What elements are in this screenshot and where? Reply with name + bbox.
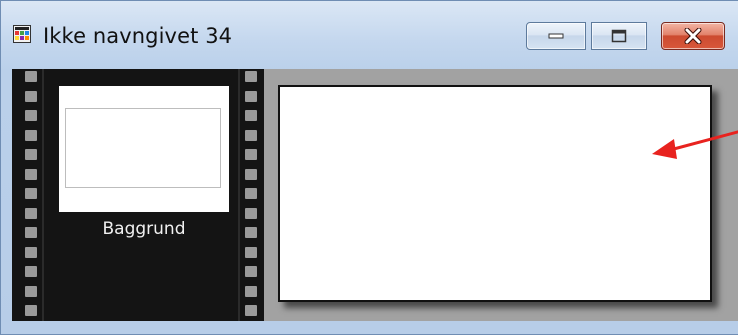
layer-name-label: Baggrund bbox=[102, 219, 186, 239]
canvas-area bbox=[264, 69, 738, 321]
film-divider bbox=[42, 69, 44, 321]
film-sprocket-hole bbox=[25, 247, 37, 258]
window-client-area: Baggrund bbox=[12, 69, 738, 321]
film-sprocket-hole bbox=[25, 266, 37, 277]
maximize-button[interactable] bbox=[591, 22, 647, 50]
film-sprocket-hole bbox=[245, 208, 257, 219]
film-sprocket-hole bbox=[245, 149, 257, 160]
film-sprocket-hole bbox=[245, 266, 257, 277]
film-sprocket-hole bbox=[25, 71, 37, 82]
film-sprockets-left bbox=[25, 69, 39, 321]
film-sprocket-hole bbox=[245, 286, 257, 297]
film-sprocket-hole bbox=[245, 188, 257, 199]
film-sprocket-hole bbox=[25, 188, 37, 199]
photo-app-icon[interactable] bbox=[13, 25, 31, 43]
window-title: Ikke navngivet 34 bbox=[43, 24, 233, 48]
film-sprocket-hole bbox=[25, 149, 37, 160]
film-sprocket-hole bbox=[25, 110, 37, 121]
close-icon bbox=[684, 28, 702, 44]
film-sprocket-hole bbox=[25, 286, 37, 297]
film-sprocket-hole bbox=[245, 71, 257, 82]
minimize-button[interactable] bbox=[526, 22, 586, 50]
minimize-icon bbox=[548, 33, 564, 39]
title-bar[interactable]: Ikke navngivet 34 bbox=[1, 1, 738, 63]
film-sprocket-hole bbox=[25, 227, 37, 238]
thumbnail-preview bbox=[65, 108, 221, 188]
film-sprocket-hole bbox=[245, 110, 257, 121]
film-sprocket-hole bbox=[245, 247, 257, 258]
layers-panel: Baggrund bbox=[12, 69, 264, 321]
film-sprocket-hole bbox=[245, 130, 257, 141]
film-sprocket-hole bbox=[25, 91, 37, 102]
film-sprocket-hole bbox=[25, 169, 37, 180]
image-canvas[interactable] bbox=[278, 85, 712, 302]
close-button[interactable] bbox=[661, 22, 725, 50]
layer-thumbnail[interactable] bbox=[59, 86, 229, 212]
film-sprocket-hole bbox=[245, 305, 257, 316]
film-sprockets-right bbox=[245, 69, 259, 321]
film-sprocket-hole bbox=[25, 130, 37, 141]
film-sprocket-hole bbox=[25, 208, 37, 219]
film-sprocket-hole bbox=[245, 169, 257, 180]
maximize-icon bbox=[611, 29, 627, 43]
film-sprocket-hole bbox=[25, 305, 37, 316]
film-divider bbox=[238, 69, 240, 321]
film-sprocket-hole bbox=[245, 227, 257, 238]
film-sprocket-hole bbox=[245, 91, 257, 102]
image-window: Ikke navngivet 34 Baggrund bbox=[0, 0, 738, 335]
